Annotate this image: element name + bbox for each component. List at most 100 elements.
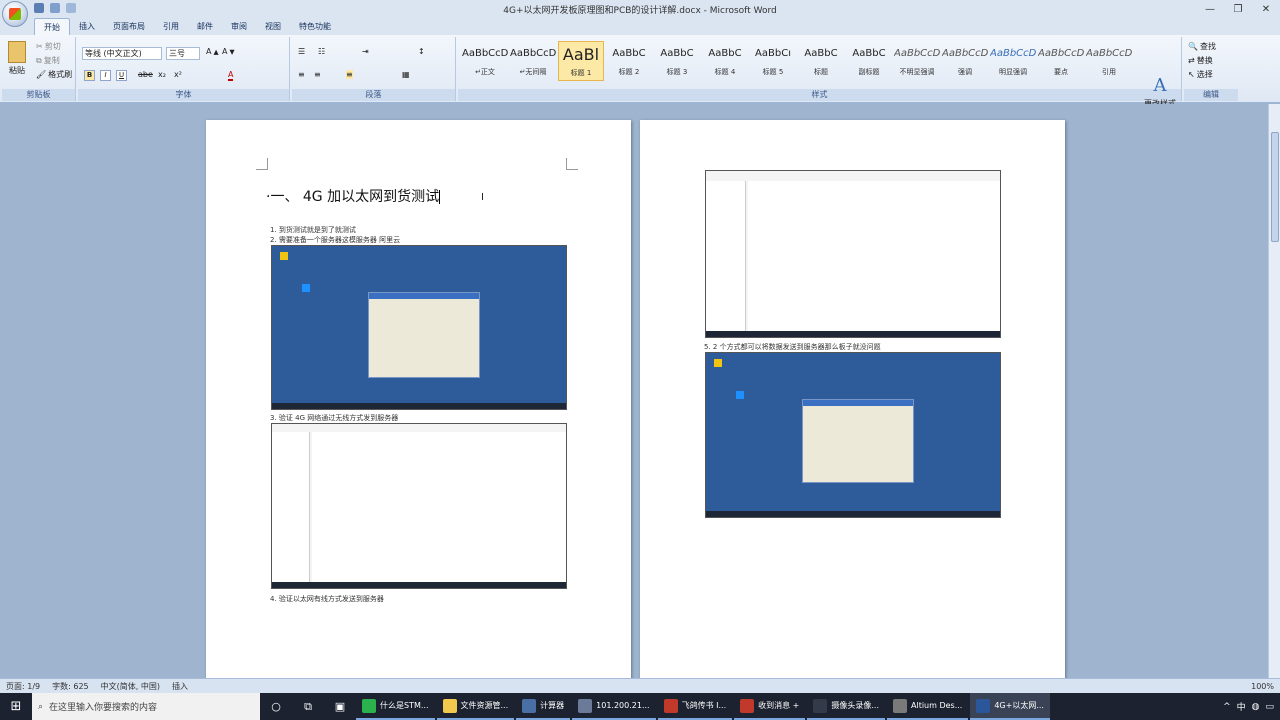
start-button[interactable]: ⊞ xyxy=(0,693,32,720)
paste-button[interactable]: 粘贴 xyxy=(8,41,26,76)
font-name-select[interactable]: 等线 (中文正文) xyxy=(82,47,162,60)
tab-review[interactable]: 审阅 xyxy=(222,18,256,35)
style-2[interactable]: AaBl 标题 1 xyxy=(558,41,604,81)
task-label: 4G+以太网... xyxy=(994,701,1044,710)
sort-button[interactable]: ↕ xyxy=(418,47,425,56)
superscript-button[interactable]: x² xyxy=(174,70,182,79)
scrollbar-thumb[interactable] xyxy=(1271,132,1279,242)
task-view-icon[interactable]: ⧉ xyxy=(292,693,324,720)
document-workspace[interactable]: ·一、 4G 加以太网到货测试 I 1. 到货测试就是到了就测试 2. 需要准备… xyxy=(0,104,1268,678)
bold-button[interactable]: B xyxy=(84,70,95,81)
zoom-level[interactable]: 100% xyxy=(1245,682,1280,691)
style-12[interactable]: AaBbCcD 要点 xyxy=(1038,41,1084,81)
style-13[interactable]: AaBbCcD 引用 xyxy=(1086,41,1132,81)
style-name: ↵无间隔 xyxy=(519,68,547,76)
taskbar-task[interactable]: 摄像头录像... xyxy=(807,693,885,720)
tab-page-layout[interactable]: 页面布局 xyxy=(104,18,154,35)
shading-button[interactable]: ▦ xyxy=(402,70,410,79)
align-left-button[interactable]: ≡ xyxy=(298,70,305,79)
font-group: 等线 (中文正文) 三号 A ▲ A ▼ B I U abe x₂ x² A 字体 xyxy=(78,37,290,101)
page-count[interactable]: 页面: 1/9 xyxy=(0,681,46,692)
style-6[interactable]: AaBbCı 标题 5 xyxy=(750,41,796,81)
style-3[interactable]: AaBbC 标题 2 xyxy=(606,41,652,81)
network-icon[interactable]: ◍ xyxy=(1252,702,1260,712)
task-label: Altium Des... xyxy=(911,701,963,710)
style-4[interactable]: AaBbC 标题 3 xyxy=(654,41,700,81)
strikethrough-button[interactable]: abe xyxy=(138,70,153,79)
taskbar-task[interactable]: 文件资源管... xyxy=(436,693,515,720)
taskbar-task[interactable]: 什么是STM... xyxy=(356,693,435,720)
style-name: 标题 3 xyxy=(666,68,688,76)
cut-button[interactable]: ✂ 剪切 xyxy=(36,41,61,52)
justify-button[interactable]: ≡ xyxy=(346,70,353,79)
tab-view[interactable]: 视图 xyxy=(256,18,290,35)
embedded-screenshot-desktop[interactable] xyxy=(705,352,1001,518)
indent-button[interactable]: ⇥ xyxy=(362,47,369,56)
style-sample: AaBbC xyxy=(612,48,646,59)
taskbar-task[interactable]: Altium Des... xyxy=(887,693,969,720)
select-button[interactable]: ↖ 选择 xyxy=(1188,69,1213,80)
style-1[interactable]: AaBbCcDı ↵无间隔 xyxy=(510,41,556,81)
find-button[interactable]: 🔍 查找 xyxy=(1188,41,1216,52)
style-0[interactable]: AaBbCcDı ↵正文 xyxy=(462,41,508,81)
replace-button[interactable]: ⇄ 替换 xyxy=(1188,55,1213,66)
embedded-screenshot-desktop[interactable] xyxy=(271,245,567,410)
page-1[interactable]: ·一、 4G 加以太网到货测试 I 1. 到货测试就是到了就测试 2. 需要准备… xyxy=(206,120,631,678)
font-color-button[interactable]: A xyxy=(228,70,234,81)
ime-indicator[interactable]: 中 xyxy=(1237,700,1246,713)
underline-button[interactable]: U xyxy=(116,70,127,81)
style-8[interactable]: AaBbC 副标题 xyxy=(846,41,892,81)
taskbar-task[interactable]: 4G+以太网... xyxy=(970,693,1050,720)
office-button[interactable] xyxy=(2,1,28,27)
embedded-screenshot-code[interactable] xyxy=(271,423,567,589)
embedded-taskbar xyxy=(706,511,1000,517)
numbering-button[interactable]: ☷ xyxy=(318,47,325,56)
style-5[interactable]: AaBbC 标题 4 xyxy=(702,41,748,81)
insert-mode[interactable]: 插入 xyxy=(166,681,194,692)
page-2[interactable]: 5. 2 个方式都可以将数据发送到服务器那么板子就没问题 xyxy=(640,120,1065,678)
app-icon xyxy=(663,698,678,713)
show-hidden-icon[interactable]: ^ xyxy=(1223,702,1231,712)
embedded-taskbar xyxy=(706,331,1000,337)
tab-references[interactable]: 引用 xyxy=(154,18,188,35)
vertical-scrollbar[interactable] xyxy=(1268,104,1280,678)
word-count[interactable]: 字数: 625 xyxy=(46,681,95,692)
format-painter-button[interactable]: 🖌 格式刷 xyxy=(36,69,72,80)
copy-button[interactable]: ⧉ 复制 xyxy=(36,55,60,66)
shrink-font-button[interactable]: A ▼ xyxy=(222,47,235,56)
tab-insert[interactable]: 插入 xyxy=(70,18,104,35)
app-icon xyxy=(442,698,457,713)
pinned-app-icon[interactable]: ▣ xyxy=(324,693,356,720)
taskbar-task[interactable]: 飞鸽传书 I... xyxy=(657,693,733,720)
replace-icon: ⇄ xyxy=(1188,56,1195,65)
embedded-screenshot-code[interactable] xyxy=(705,170,1001,338)
app-icon xyxy=(578,698,593,713)
subscript-button[interactable]: x₂ xyxy=(158,70,166,79)
tab-mailings[interactable]: 邮件 xyxy=(188,18,222,35)
tab-features[interactable]: 特色功能 xyxy=(290,18,340,35)
minimize-button[interactable]: — xyxy=(1196,0,1224,18)
close-button[interactable]: ✕ xyxy=(1252,0,1280,18)
bullets-button[interactable]: ☰ xyxy=(298,47,305,56)
tab-home[interactable]: 开始 xyxy=(34,18,70,35)
style-11[interactable]: AaBbCcD 明显强调 xyxy=(990,41,1036,81)
maximize-button[interactable]: ❐ xyxy=(1224,0,1252,18)
grow-font-button[interactable]: A ▲ xyxy=(206,47,219,56)
italic-button[interactable]: I xyxy=(100,70,111,81)
align-center-button[interactable]: ≡ xyxy=(314,70,321,79)
list-item: 4. 验证以太网有线方式发送到服务器 xyxy=(270,595,384,603)
style-9[interactable]: AaBbCcD 不明显强调 xyxy=(894,41,940,81)
style-7[interactable]: AaBbC 标题 xyxy=(798,41,844,81)
style-sample: AaBbCcDı xyxy=(510,48,556,59)
notification-icon[interactable]: ▭ xyxy=(1265,702,1274,712)
style-sample: AaBbCcD xyxy=(894,48,940,59)
taskbar-task[interactable]: 计算器 xyxy=(516,693,571,720)
style-10[interactable]: AaBbCcD 强调 xyxy=(942,41,988,81)
style-sample: AaBbCcD xyxy=(1038,48,1084,59)
font-size-select[interactable]: 三号 xyxy=(166,47,200,60)
taskbar-task[interactable]: 101.200.21... xyxy=(572,693,656,720)
taskbar-task[interactable]: 收到消息 + xyxy=(734,693,806,720)
language[interactable]: 中文(简体, 中国) xyxy=(95,681,166,692)
cortana-icon[interactable]: ○ xyxy=(260,693,292,720)
taskbar-search[interactable]: ⌕ 在这里输入你要搜索的内容 xyxy=(32,693,260,720)
